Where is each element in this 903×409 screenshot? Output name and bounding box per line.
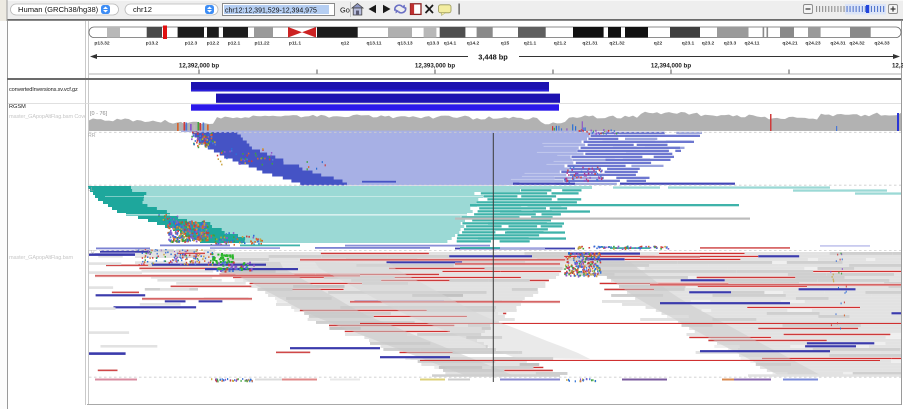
svg-text:12,393,000 bp: 12,393,000 bp xyxy=(415,63,455,70)
svg-text:q24.33: q24.33 xyxy=(874,41,890,47)
svg-text:Human (GRCh38/hg38): Human (GRCh38/hg38) xyxy=(18,5,99,14)
svg-text:q24.21: q24.21 xyxy=(782,41,798,47)
svg-text:q21.1: q21.1 xyxy=(524,41,537,47)
svg-text:q24.23: q24.23 xyxy=(805,41,821,47)
svg-text:q24.32: q24.32 xyxy=(849,41,865,47)
svg-text:q13.13: q13.13 xyxy=(397,41,413,47)
svg-text:q23.1: q23.1 xyxy=(682,41,695,47)
svg-text:q12: q12 xyxy=(341,41,350,47)
svg-text:p13.32: p13.32 xyxy=(94,41,110,47)
svg-text:q14.2: q14.2 xyxy=(467,41,480,47)
svg-text:12,394,000 bp: 12,394,000 bp xyxy=(651,63,691,70)
svg-text:q13.11: q13.11 xyxy=(367,41,382,47)
svg-text:q21.31: q21.31 xyxy=(582,41,598,47)
svg-text:12,3: 12,3 xyxy=(892,63,903,70)
svg-text:q15: q15 xyxy=(501,41,510,47)
svg-text:q14.1: q14.1 xyxy=(444,41,457,47)
svg-text:q22: q22 xyxy=(654,41,663,47)
svg-text:q24.31: q24.31 xyxy=(830,41,846,47)
svg-text:p11.22: p11.22 xyxy=(255,41,270,47)
svg-text:p13.2: p13.2 xyxy=(146,41,159,47)
svg-text:q23.2: q23.2 xyxy=(702,41,715,47)
svg-text:12,392,000 bp: 12,392,000 bp xyxy=(179,63,219,70)
svg-text:p12.1: p12.1 xyxy=(228,41,241,47)
svg-text:p12.3: p12.3 xyxy=(185,41,198,47)
svg-text:3,448 bp: 3,448 bp xyxy=(478,53,508,62)
svg-text:q24.11: q24.11 xyxy=(745,41,760,47)
svg-text:p12.2: p12.2 xyxy=(207,41,220,47)
svg-text:q13.3: q13.3 xyxy=(427,41,440,47)
svg-text:q21.32: q21.32 xyxy=(609,41,625,47)
svg-text:Go: Go xyxy=(340,5,350,14)
svg-text:q21.2: q21.2 xyxy=(554,41,567,47)
svg-text:q23.3: q23.3 xyxy=(724,41,737,47)
svg-text:chr12: chr12 xyxy=(133,5,152,14)
svg-text:chr12:12,391,529-12,394,975: chr12:12,391,529-12,394,975 xyxy=(225,7,317,14)
svg-text:p11.1: p11.1 xyxy=(289,41,302,47)
